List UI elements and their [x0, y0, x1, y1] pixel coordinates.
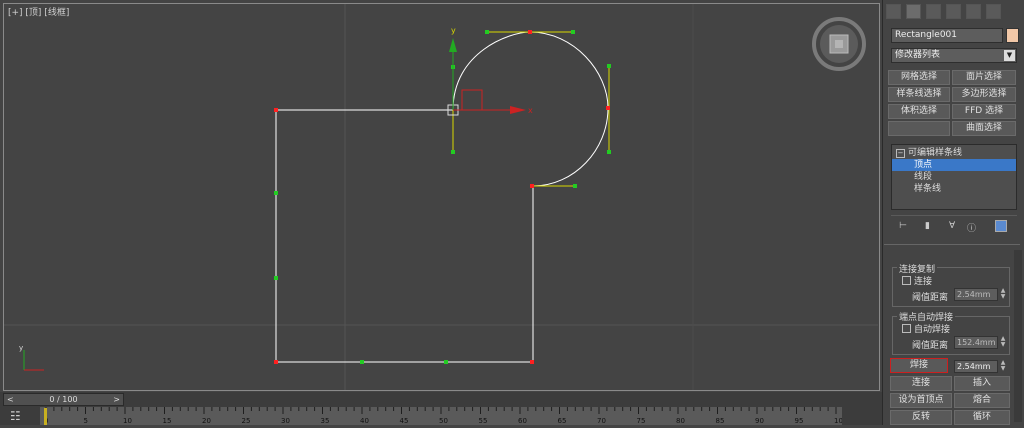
- time-marker[interactable]: [44, 408, 47, 425]
- weld-button[interactable]: 焊接: [890, 358, 948, 373]
- stack-toolbar: ⊢ ▮ ∀ ⓘ: [891, 215, 1017, 238]
- spinner-arrows-icon[interactable]: ▲ ▼: [999, 360, 1007, 373]
- auto-weld-label: 自动焊接: [914, 325, 951, 335]
- ruler-ticks: 0510152025303540455055606570758085909510…: [44, 407, 847, 425]
- motion-tab-icon[interactable]: [946, 4, 961, 19]
- ruler-tick-label: 90: [755, 417, 764, 425]
- time-slider-label: 0 / 100: [49, 395, 78, 404]
- object-color-swatch[interactable]: [1006, 28, 1019, 43]
- ffd-select-button[interactable]: FFD 选择: [952, 104, 1016, 119]
- connect-checkbox-label: 连接: [914, 277, 933, 287]
- ruler-tick-label: 15: [163, 417, 172, 425]
- panel-scrollbar[interactable]: [1014, 250, 1022, 422]
- weld-threshold-field[interactable]: 152.4mm: [954, 336, 998, 349]
- utilities-tab-icon[interactable]: [986, 4, 1001, 19]
- stack-root[interactable]: − 可编辑样条线: [892, 147, 1020, 159]
- handle-points: [274, 30, 611, 364]
- next-frame-icon[interactable]: >: [113, 394, 120, 405]
- ruler-tick-label: 95: [795, 417, 804, 425]
- ruler-tick-label: 45: [400, 417, 409, 425]
- time-slider[interactable]: < 0 / 100 >: [3, 393, 124, 406]
- spinner-arrows-icon[interactable]: ▲ ▼: [999, 336, 1007, 349]
- create-tab-icon[interactable]: [886, 4, 901, 19]
- viewport-canvas[interactable]: y x y: [0, 0, 882, 392]
- pin-stack-icon[interactable]: ⊢: [899, 221, 907, 231]
- ruler-tick-label: 35: [321, 417, 330, 425]
- connect-button[interactable]: 连接: [890, 376, 952, 391]
- ruler-tick-label: 75: [637, 417, 646, 425]
- display-tab-icon[interactable]: [966, 4, 981, 19]
- ruler-tick-label: 5: [84, 417, 88, 425]
- panel-divider: [884, 244, 1020, 245]
- stack-item-spline[interactable]: 样条线: [892, 183, 1016, 195]
- stack-root-label: 可编辑样条线: [908, 148, 963, 158]
- ruler-tick-label: 85: [716, 417, 725, 425]
- ruler-tick-label: 80: [676, 417, 685, 425]
- make-first-button[interactable]: 设为首顶点: [890, 393, 952, 408]
- axis-tripod: y: [19, 344, 44, 371]
- stack-item-label: 样条线: [914, 184, 942, 194]
- mesh-select-button[interactable]: 网格选择: [888, 70, 950, 85]
- timeline-config-icon[interactable]: ☷: [10, 409, 26, 423]
- modifier-stack[interactable]: − 可编辑样条线 顶点 线段 样条线: [891, 144, 1017, 210]
- connect-threshold-field[interactable]: 2.54mm: [954, 288, 998, 301]
- show-end-result-icon[interactable]: ▮: [925, 221, 930, 231]
- ruler-tick-label: 20: [202, 417, 211, 425]
- weld-value-field[interactable]: 2.54mm: [954, 360, 998, 373]
- chevron-down-icon: ▼: [1004, 50, 1015, 61]
- ruler-tick-label: 70: [597, 417, 606, 425]
- ruler-tick-label: 30: [281, 417, 290, 425]
- stack-item-label: 顶点: [914, 160, 933, 170]
- remove-modifier-icon[interactable]: ⓘ: [967, 221, 976, 234]
- ruler-tick-label: 55: [479, 417, 488, 425]
- modify-tab-icon[interactable]: [906, 4, 921, 19]
- make-unique-icon[interactable]: ∀: [949, 221, 955, 231]
- empty-mod-button[interactable]: [888, 121, 950, 136]
- stack-item-segment[interactable]: 线段: [892, 171, 1016, 183]
- viewport-top[interactable]: [+] [顶] [线框] y x y: [0, 0, 882, 392]
- viewcube: [812, 17, 866, 71]
- object-name-field[interactable]: Rectangle001: [891, 28, 1003, 43]
- patch-select-button[interactable]: 面片选择: [952, 70, 1016, 85]
- connect-checkbox[interactable]: [902, 276, 911, 285]
- weld-threshold-label: 阈值距离: [912, 341, 949, 351]
- move-gizmo: y x: [449, 26, 533, 115]
- surface-select-button[interactable]: 曲面选择: [952, 121, 1016, 136]
- timeline-ruler[interactable]: 0510152025303540455055606570758085909510…: [40, 407, 847, 425]
- modifier-list-dropdown[interactable]: 修改器列表 ▼: [891, 48, 1017, 63]
- collapse-icon[interactable]: −: [896, 149, 905, 158]
- ruler-tick-label: 10: [123, 417, 132, 425]
- cycle-button[interactable]: 循环: [954, 410, 1010, 425]
- fuse-button[interactable]: 熔合: [954, 393, 1010, 408]
- svg-text:x: x: [528, 106, 533, 115]
- configure-sets-icon[interactable]: [995, 220, 1007, 232]
- ruler-tick-label: 50: [439, 417, 448, 425]
- spline-shape: [275, 31, 609, 363]
- svg-text:y: y: [19, 344, 23, 352]
- svg-text:y: y: [451, 26, 456, 35]
- reverse-button[interactable]: 反转: [890, 410, 952, 425]
- prev-frame-icon[interactable]: <: [7, 394, 14, 405]
- ruler-tick-label: 40: [360, 417, 369, 425]
- hierarchy-tab-icon[interactable]: [926, 4, 941, 19]
- spinner-arrows-icon[interactable]: ▲ ▼: [999, 288, 1007, 301]
- ruler-tick-label: 25: [242, 417, 251, 425]
- connect-threshold-label: 阈值距离: [912, 293, 949, 303]
- auto-weld-checkbox[interactable]: [902, 324, 911, 333]
- insert-button[interactable]: 插入: [954, 376, 1010, 391]
- ruler-tick-label: 60: [518, 417, 527, 425]
- spline-select-button[interactable]: 样条线选择: [888, 87, 950, 102]
- modifier-list-label: 修改器列表: [895, 50, 941, 60]
- ruler-tick-label: 100: [834, 417, 842, 425]
- vertices: [274, 30, 610, 364]
- ruler-tick-label: 65: [558, 417, 567, 425]
- vol-select-button[interactable]: 体积选择: [888, 104, 950, 119]
- stack-item-vertex[interactable]: 顶点: [892, 159, 1016, 171]
- stack-item-label: 线段: [914, 172, 933, 182]
- poly-select-button[interactable]: 多边形选择: [952, 87, 1016, 102]
